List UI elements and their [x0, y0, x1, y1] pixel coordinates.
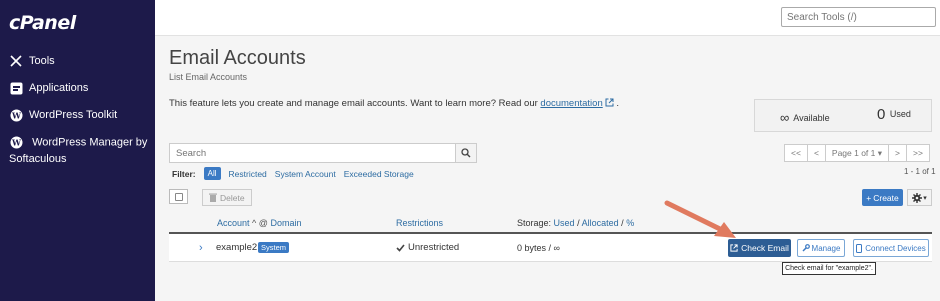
svg-text:W: W: [11, 110, 22, 120]
used-count: 0: [877, 106, 886, 123]
svg-text:W: W: [11, 137, 22, 147]
used-sort-link[interactable]: Used: [554, 218, 575, 228]
sidebar-item-label: Tools: [29, 55, 55, 67]
delete-button[interactable]: Delete: [202, 189, 252, 206]
system-badge: System: [258, 242, 290, 253]
plus-icon: +: [866, 192, 872, 203]
restrictions-header[interactable]: Restrictions: [396, 218, 443, 228]
cpanel-logo[interactable]: cPanel: [9, 12, 76, 34]
sidebar: cPanel Tools Applications W WordPress To…: [0, 0, 155, 301]
account-name: example2: [216, 242, 258, 253]
filter-system-account[interactable]: System Account: [275, 169, 336, 179]
last-page-button[interactable]: >>: [906, 144, 930, 162]
sidebar-item-label: WordPress Manager by Softaculous: [9, 136, 148, 165]
available-label: Available: [793, 113, 830, 123]
delete-label: Delete: [220, 192, 245, 203]
domain-header[interactable]: Domain: [270, 218, 301, 228]
manage-button[interactable]: Manage: [797, 239, 845, 257]
sidebar-item-wordpress-manager[interactable]: W WordPress Manager by Softaculous: [9, 134, 149, 167]
external-link-icon: [730, 244, 738, 252]
next-page-button[interactable]: >: [888, 144, 908, 162]
settings-dropdown-button[interactable]: ▾: [907, 189, 932, 206]
filter-restricted[interactable]: Restricted: [229, 169, 267, 179]
sidebar-item-applications[interactable]: Applications: [9, 80, 88, 96]
expand-chevron-icon[interactable]: ›: [199, 242, 203, 254]
tools-icon: [9, 54, 23, 68]
percent-sort-link[interactable]: %: [626, 218, 634, 228]
filter-label: Filter:: [172, 168, 196, 179]
select-all-checkbox[interactable]: [169, 189, 188, 204]
wrench-icon: [802, 244, 810, 252]
filter-bar: Filter: All Restricted System Account Ex…: [172, 167, 414, 180]
result-range: 1 - 1 of 1: [904, 167, 936, 176]
account-header[interactable]: Account: [217, 218, 250, 228]
pagination: << < Page 1 of 1 ▾ > >>: [784, 144, 930, 162]
sort-asc-icon: ^: [252, 218, 257, 228]
search-tools-input[interactable]: [781, 7, 936, 27]
page-select-value: Page 1 of 1: [831, 148, 876, 158]
filter-all[interactable]: All: [203, 167, 221, 180]
storage-header: Storage: Used / Allocated / %: [517, 218, 634, 228]
sidebar-item-tools[interactable]: Tools: [9, 53, 55, 69]
search-button[interactable]: [455, 143, 477, 163]
storage-value: 0 bytes / ∞: [517, 243, 560, 253]
description-text: This feature lets you create and manage …: [169, 98, 538, 109]
account-stats: ∞ Available 0 Used: [754, 99, 932, 132]
filter-exceeded-storage[interactable]: Exceeded Storage: [344, 169, 414, 179]
mobile-device-icon: [856, 243, 863, 253]
sidebar-item-label: WordPress Toolkit: [29, 109, 118, 121]
page-description: This feature lets you create and manage …: [169, 98, 619, 110]
available-stat: ∞ Available: [780, 110, 830, 125]
used-stat: 0 Used: [877, 106, 911, 123]
restriction-status: Unrestricted: [396, 242, 459, 253]
description-end: .: [616, 98, 620, 109]
page-subtitle: List Email Accounts: [169, 72, 248, 82]
wordpress-icon: W: [9, 108, 23, 122]
check-email-button[interactable]: Check Email: [728, 239, 791, 257]
sidebar-item-label: Applications: [29, 82, 89, 94]
search-input[interactable]: [169, 143, 455, 163]
used-label: Used: [889, 109, 911, 119]
gear-icon: [912, 192, 923, 203]
check-email-label: Check Email: [741, 243, 789, 253]
page-select[interactable]: Page 1 of 1 ▾: [824, 144, 890, 162]
infinity-icon: ∞: [780, 110, 790, 125]
documentation-link[interactable]: documentation: [540, 98, 602, 109]
create-label: Create: [873, 192, 899, 203]
connect-devices-label: Connect Devices: [865, 243, 926, 253]
create-button[interactable]: + Create: [862, 189, 903, 206]
applications-icon: [9, 81, 23, 95]
storage-prefix: Storage:: [517, 218, 552, 228]
check-icon: [396, 243, 405, 252]
trash-icon: [209, 193, 217, 202]
table-header: Account ^ @ Domain Restrictions Storage:…: [169, 212, 932, 234]
wordpress-icon: W: [9, 135, 23, 149]
at-sign: @: [258, 218, 268, 228]
external-link-icon: [605, 98, 614, 110]
restriction-label: Unrestricted: [408, 242, 460, 253]
first-page-button[interactable]: <<: [784, 144, 808, 162]
prev-page-button[interactable]: <: [806, 144, 826, 162]
sidebar-item-wordpress-toolkit[interactable]: W WordPress Toolkit: [9, 107, 117, 123]
page-title: Email Accounts: [169, 47, 306, 69]
table-row: › example2 System Unrestricted 0 bytes /…: [169, 234, 932, 262]
manage-label: Manage: [811, 243, 841, 253]
annotation-arrow-icon: [664, 200, 736, 238]
top-bar: [155, 0, 940, 36]
storage-separator: /: [621, 218, 624, 228]
check-email-tooltip: Check email for "example2".: [782, 262, 876, 275]
storage-separator: /: [577, 218, 580, 228]
caret-down-icon: ▾: [923, 194, 927, 202]
account-search: [169, 143, 477, 163]
checkbox-box: [174, 192, 183, 201]
account-domain-header[interactable]: Account ^ @ Domain: [217, 218, 301, 228]
allocated-sort-link[interactable]: Allocated: [582, 218, 619, 228]
search-icon: [461, 148, 471, 158]
connect-devices-button[interactable]: Connect Devices: [853, 239, 929, 257]
caret-down-icon: ▾: [877, 147, 883, 158]
